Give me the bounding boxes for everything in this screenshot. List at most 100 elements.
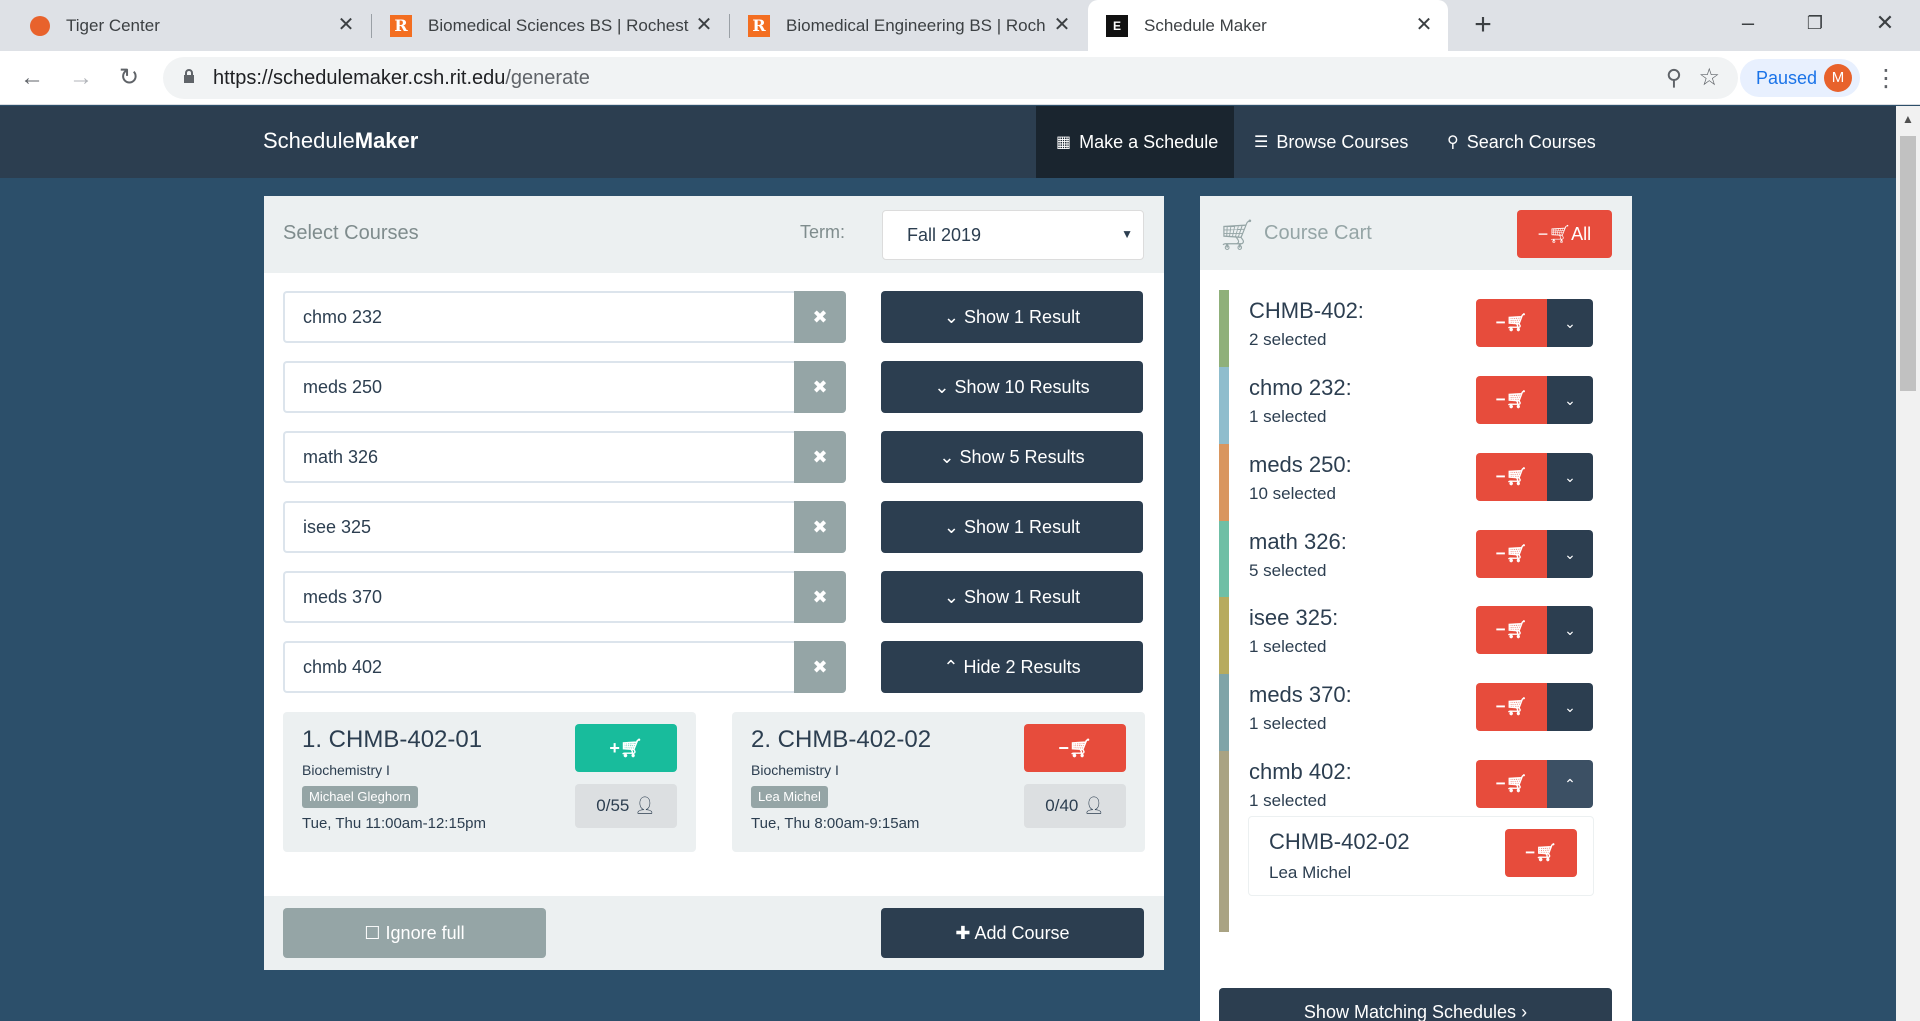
- close-tab-icon[interactable]: ✕: [692, 13, 716, 37]
- window-close-button[interactable]: ✕: [1870, 8, 1900, 38]
- remove-section-button[interactable]: −🛒︎: [1505, 829, 1577, 877]
- add-to-cart-button[interactable]: +🛒︎: [575, 724, 677, 772]
- course-search-input[interactable]: math 326: [283, 431, 795, 483]
- user-icon: 👤︎: [1083, 796, 1105, 815]
- remove-course-button[interactable]: −🛒︎: [1476, 299, 1547, 347]
- chevron-down-icon[interactable]: ⌄: [1547, 606, 1593, 654]
- panel-title: Course Cart: [1264, 222, 1372, 244]
- section-time: Tue, Thu 11:00am-12:15pm: [302, 815, 486, 832]
- reload-icon[interactable]: ↻: [114, 63, 144, 93]
- nav-search-courses[interactable]: ⚲ Search Courses: [1447, 106, 1596, 178]
- term-select[interactable]: Fall 2019 ▼: [882, 210, 1144, 260]
- section-result-card: 2. CHMB-402-02 Biochemistry I Lea Michel…: [732, 712, 1145, 852]
- cart-item-color-bar: [1219, 444, 1229, 521]
- cart-item: meds 370: 1 selected −🛒︎ ⌄: [1219, 674, 1594, 751]
- checkbox-icon: ☐: [364, 923, 381, 943]
- clear-course-button[interactable]: ✖: [794, 431, 846, 483]
- ignore-full-button[interactable]: ☐ Ignore full: [283, 908, 546, 958]
- browser-tab-tiger-center[interactable]: Tiger Center ✕: [0, 0, 370, 51]
- course-cart-header: 🛒︎ Course Cart −🛒︎All: [1200, 196, 1632, 270]
- close-tab-icon[interactable]: ✕: [334, 13, 358, 37]
- url-text: https://schedulemaker.csh.rit.edu/genera…: [213, 67, 590, 89]
- bookmark-star-icon[interactable]: ☆: [1698, 63, 1720, 92]
- restore-button[interactable]: ❐: [1800, 8, 1830, 38]
- remove-from-cart-button[interactable]: −🛒︎: [1024, 724, 1126, 772]
- browser-menu-icon[interactable]: ⋮: [1874, 64, 1898, 93]
- rit-favicon-icon: R: [748, 14, 770, 37]
- section-title: 1. CHMB-402-01: [302, 726, 483, 753]
- nav-make-schedule[interactable]: ▦ Make a Schedule: [1036, 106, 1234, 178]
- course-search-input[interactable]: meds 250: [283, 361, 795, 413]
- address-bar[interactable]: https://schedulemaker.csh.rit.edu/genera…: [163, 57, 1738, 99]
- profile-button[interactable]: Paused M: [1740, 59, 1860, 97]
- remove-course-button[interactable]: −🛒︎: [1476, 530, 1547, 578]
- select-courses-footer: ☐ Ignore full ✚ Add Course: [264, 896, 1164, 970]
- cart-item-color-bar: [1219, 367, 1229, 444]
- user-icon: 👤︎: [634, 796, 656, 815]
- add-course-button[interactable]: ✚ Add Course: [881, 908, 1144, 958]
- chevron-down-icon[interactable]: ⌄: [1547, 299, 1593, 347]
- scroll-up-icon[interactable]: ▲: [1902, 112, 1914, 126]
- cart-item: isee 325: 1 selected −🛒︎ ⌄: [1219, 597, 1594, 674]
- browser-tabstrip: Tiger Center ✕ R Biomedical Sciences BS …: [0, 0, 1920, 51]
- show-matching-schedules-button[interactable]: Show Matching Schedules ›: [1219, 988, 1612, 1021]
- show-results-button[interactable]: ⌄ Show 5 Results: [881, 431, 1143, 483]
- cart-item-color-bar: [1219, 751, 1229, 932]
- remove-all-button[interactable]: −🛒︎All: [1517, 210, 1612, 258]
- hide-results-button[interactable]: ⌃ Hide 2 Results: [881, 641, 1143, 693]
- course-name: Biochemistry I: [751, 762, 839, 778]
- forward-arrow-icon[interactable]: →: [66, 63, 96, 93]
- section-result-card: 1. CHMB-402-01 Biochemistry I Michael Gl…: [283, 712, 696, 852]
- show-results-button[interactable]: ⌄ Show 1 Result: [881, 291, 1143, 343]
- close-tab-icon[interactable]: ✕: [1050, 13, 1074, 37]
- chevron-down-icon[interactable]: ⌄: [1547, 453, 1593, 501]
- page-scrollbar[interactable]: ▲: [1896, 106, 1920, 1021]
- plus-icon: ✚: [955, 923, 971, 943]
- browser-tab-biomedical-sciences[interactable]: R Biomedical Sciences BS | Rochest ✕: [372, 0, 728, 51]
- cart-item-color-bar: [1219, 597, 1229, 674]
- course-search-input[interactable]: isee 325: [283, 501, 795, 553]
- chevron-up-icon[interactable]: ⌃: [1547, 760, 1593, 808]
- nav-browse-courses[interactable]: ☰ Browse Courses: [1254, 106, 1408, 178]
- course-search-input[interactable]: chmb 402: [283, 641, 795, 693]
- chevron-down-icon[interactable]: ⌄: [1547, 683, 1593, 731]
- remove-course-button[interactable]: −🛒︎: [1476, 453, 1547, 501]
- close-tab-icon[interactable]: ✕: [1412, 13, 1436, 37]
- clear-course-button[interactable]: ✖: [794, 641, 846, 693]
- minimize-button[interactable]: –: [1733, 8, 1763, 38]
- chevron-down-icon[interactable]: ⌄: [1547, 530, 1593, 578]
- back-arrow-icon[interactable]: ←: [17, 63, 47, 93]
- course-search-input[interactable]: chmo 232: [283, 291, 795, 343]
- calendar-icon: ▦: [1056, 134, 1072, 151]
- clear-course-button[interactable]: ✖: [794, 501, 846, 553]
- remove-course-button[interactable]: −🛒︎: [1476, 376, 1547, 424]
- course-name: Biochemistry I: [302, 762, 390, 778]
- remove-course-button[interactable]: −🛒︎: [1476, 760, 1547, 808]
- browser-tab-biomedical-engineering[interactable]: R Biomedical Engineering BS | Roch ✕: [730, 0, 1086, 51]
- course-search-input[interactable]: meds 370: [283, 571, 795, 623]
- avatar: M: [1824, 64, 1852, 92]
- show-results-button[interactable]: ⌄ Show 1 Result: [881, 571, 1143, 623]
- chevron-down-icon[interactable]: ⌄: [1547, 376, 1593, 424]
- zoom-icon[interactable]: ⚲: [1666, 65, 1682, 91]
- scrollbar-thumb[interactable]: [1900, 136, 1916, 391]
- show-results-button[interactable]: ⌄ Show 10 Results: [881, 361, 1143, 413]
- clear-course-button[interactable]: ✖: [794, 361, 846, 413]
- clear-course-button[interactable]: ✖: [794, 571, 846, 623]
- search-icon: ⚲: [1447, 134, 1459, 151]
- clear-course-button[interactable]: ✖: [794, 291, 846, 343]
- instructor-badge: Michael Gleghorn: [302, 786, 418, 808]
- new-tab-button[interactable]: +: [1468, 10, 1498, 41]
- remove-course-button[interactable]: −🛒︎: [1476, 683, 1547, 731]
- select-courses-panel: Select Courses Term: Fall 2019 ▼ chmo 23…: [264, 196, 1164, 970]
- cart-item: math 326: 5 selected −🛒︎ ⌄: [1219, 521, 1594, 597]
- section-title: 2. CHMB-402-02: [751, 726, 932, 753]
- term-label: Term:: [800, 222, 845, 242]
- show-results-button[interactable]: ⌄ Show 1 Result: [881, 501, 1143, 553]
- brand-logo[interactable]: ScheduleMaker: [263, 128, 418, 154]
- remove-course-button[interactable]: −🛒︎: [1476, 606, 1547, 654]
- section-time: Tue, Thu 8:00am-9:15am: [751, 815, 920, 832]
- tiger-favicon-icon: [30, 15, 50, 36]
- seats-indicator: 0/55 👤︎: [575, 784, 677, 828]
- browser-tab-schedule-maker[interactable]: E Schedule Maker ✕: [1088, 0, 1448, 51]
